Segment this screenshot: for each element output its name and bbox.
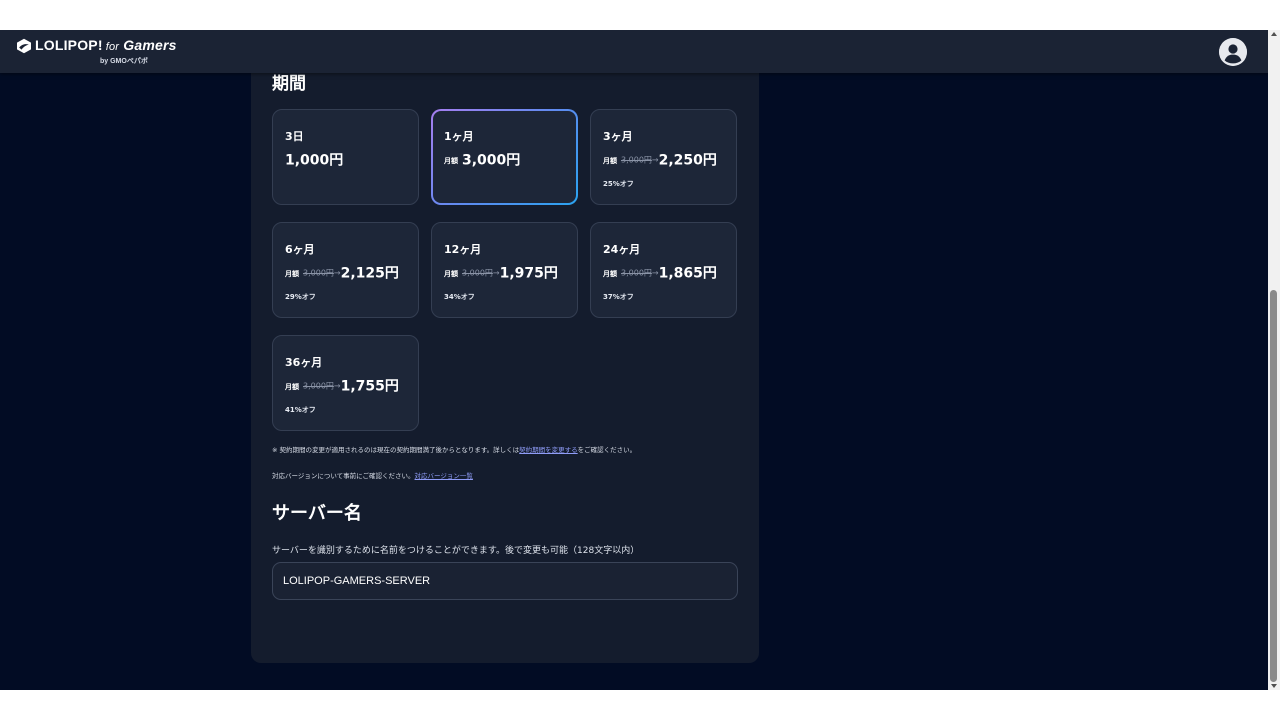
plan-card-3-months[interactable]: 3ヶ月 月額 3,000円→2,250円 25%オフ [590, 109, 737, 205]
server-name-description: サーバーを識別するために名前をつけることができます。後で変更も可能（128文字以… [272, 546, 640, 556]
server-name-input[interactable] [272, 562, 738, 600]
order-form-panel: 期間 3日 1,000円 1ヶ月 月額 3,000円 3ヶ月 月額 3,000円→2… [251, 30, 759, 663]
plan-monthly-label: 月額 [285, 382, 299, 391]
plan-monthly-label: 月額 [285, 269, 299, 278]
plan-price-arrow: → [651, 268, 659, 278]
user-circle-icon [1219, 38, 1247, 66]
plan-price: 1,755円 [340, 378, 399, 395]
plan-price-arrow: → [333, 268, 341, 278]
page-viewport: LOLIPOP! for Gamers by GMOペパボ 期間 3日 1,000… [0, 30, 1268, 690]
version-note: 対応バージョンについて事前にご確認ください。対応バージョン一覧 [272, 470, 473, 480]
scroll-down-arrow-icon[interactable] [1271, 684, 1277, 688]
plan-term: 6ヶ月 [285, 243, 315, 256]
plan-card-3-days[interactable]: 3日 1,000円 [272, 109, 419, 205]
plan-discount: 34%オフ [444, 293, 475, 301]
logo-wordmark: LOLIPOP! for Gamers [35, 37, 177, 53]
plan-price: 1,000円 [285, 152, 344, 169]
scroll-up-arrow-icon[interactable] [1271, 32, 1277, 36]
logo-sub-brand: by GMOペパボ [100, 58, 148, 65]
version-note-text: 対応バージョンについて事前にご確認ください。 [272, 472, 415, 480]
plan-price-row: 月額 3,000円→2,125円 [285, 264, 399, 283]
plan-price: 1,975円 [499, 265, 558, 282]
plan-price-arrow: → [333, 381, 341, 391]
lolipop-logo[interactable]: LOLIPOP! for Gamers by GMOペパボ [16, 37, 176, 67]
plan-card-36-months[interactable]: 36ヶ月 月額 3,000円→1,755円 41%オフ [272, 335, 419, 431]
plan-price-arrow: → [492, 268, 500, 278]
change-period-link[interactable]: 契約期間を変更する [519, 446, 578, 454]
plan-original-price: 3,000円 [462, 268, 493, 278]
plan-original-price: 3,000円 [621, 155, 652, 165]
supported-versions-link[interactable]: 対応バージョン一覧 [415, 472, 473, 480]
plan-discount: 37%オフ [603, 293, 634, 301]
plan-monthly-label: 月額 [603, 269, 617, 278]
page-scrollbar[interactable] [1268, 30, 1280, 690]
plan-term: 12ヶ月 [444, 243, 482, 256]
user-avatar-button[interactable] [1219, 38, 1247, 66]
plan-card-24-months[interactable]: 24ヶ月 月額 3,000円→1,865円 37%オフ [590, 222, 737, 318]
plan-discount: 41%オフ [285, 406, 316, 414]
plan-original-price: 3,000円 [303, 381, 334, 391]
plan-monthly-label: 月額 [444, 156, 458, 165]
plan-price: 2,125円 [340, 265, 399, 282]
plan-term: 1ヶ月 [444, 130, 474, 143]
plan-card-1-month[interactable]: 1ヶ月 月額 3,000円 [431, 109, 578, 205]
plan-discount: 25%オフ [603, 180, 634, 188]
plan-monthly-label: 月額 [603, 156, 617, 165]
plan-price: 1,865円 [658, 265, 717, 282]
plan-card-6-months[interactable]: 6ヶ月 月額 3,000円→2,125円 29%オフ [272, 222, 419, 318]
top-header: LOLIPOP! for Gamers by GMOペパボ [0, 30, 1268, 73]
plan-term: 36ヶ月 [285, 356, 323, 369]
plan-price-arrow: → [651, 155, 659, 165]
period-change-note-text: ※ 契約期間の変更が適用されるのは現在の契約期間満了後からとなります。詳しくは [272, 446, 520, 454]
plan-price-row: 月額 3,000円→1,865円 [603, 264, 717, 283]
server-name-section-title: サーバー名 [272, 503, 362, 524]
plan-original-price: 3,000円 [303, 268, 334, 278]
plan-term: 24ヶ月 [603, 243, 641, 256]
lolipop-logo-icon [17, 38, 31, 54]
plan-price: 2,250円 [658, 152, 717, 169]
plan-monthly-label: 月額 [444, 269, 458, 278]
plan-discount: 29%オフ [285, 293, 316, 301]
plan-term: 3ヶ月 [603, 130, 633, 143]
plan-term: 3日 [285, 130, 304, 143]
plan-price: 3,000円 [462, 152, 521, 169]
period-change-note: ※ 契約期間の変更が適用されるのは現在の契約期間満了後からとなります。詳しくは契… [272, 444, 636, 454]
period-change-note-suffix: をご確認ください。 [577, 446, 637, 454]
plan-price-row: 1,000円 [285, 151, 343, 170]
plan-price-row: 月額 3,000円→2,250円 [603, 151, 717, 170]
plan-card-12-months[interactable]: 12ヶ月 月額 3,000円→1,975円 34%オフ [431, 222, 578, 318]
plan-original-price: 3,000円 [621, 268, 652, 278]
plan-price-row: 月額 3,000円 [444, 151, 520, 170]
plan-price-row: 月額 3,000円→1,975円 [444, 264, 558, 283]
scroll-thumb[interactable] [1270, 290, 1277, 682]
plan-price-row: 月額 3,000円→1,755円 [285, 377, 399, 396]
